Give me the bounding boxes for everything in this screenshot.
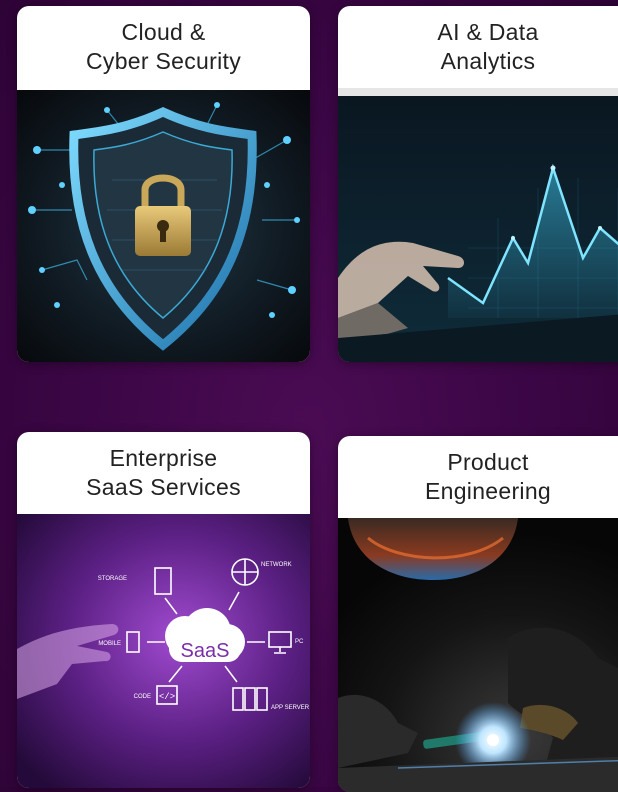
saas-center-label: SaaS [181,640,230,662]
saas-cloud-diagram-icon: SaaS </> STORAGE NETWORK MOBILE PC CODE … [17,514,310,788]
mobile-label: MOBILE [98,641,121,647]
welding-icon [338,518,618,792]
card-title: Product Engineering [424,449,552,504]
service-card-ai-data-analytics[interactable]: AI & Data Analytics [338,6,618,362]
app-server-label: APP SERVER [271,705,310,711]
svg-text:</>: </> [159,692,175,702]
service-card-product-engineering[interactable]: Product Engineering [338,436,618,792]
storage-label: STORAGE [98,576,127,582]
pc-label: PC [295,639,304,645]
card-title: Cloud & Cyber Security [85,19,242,74]
network-label: NETWORK [261,562,292,568]
card-title: AI & Data Analytics [437,19,539,74]
service-card-cloud-cyber-security[interactable]: Cloud & Cyber Security [17,6,310,362]
card-title: Enterprise SaaS Services [86,445,241,500]
code-label: CODE [134,694,151,700]
hand-touching-graph-icon [338,88,618,362]
shield-padlock-icon [17,90,310,362]
service-card-enterprise-saas-services[interactable]: Enterprise SaaS Services SaaS </> STORAG… [17,432,310,788]
